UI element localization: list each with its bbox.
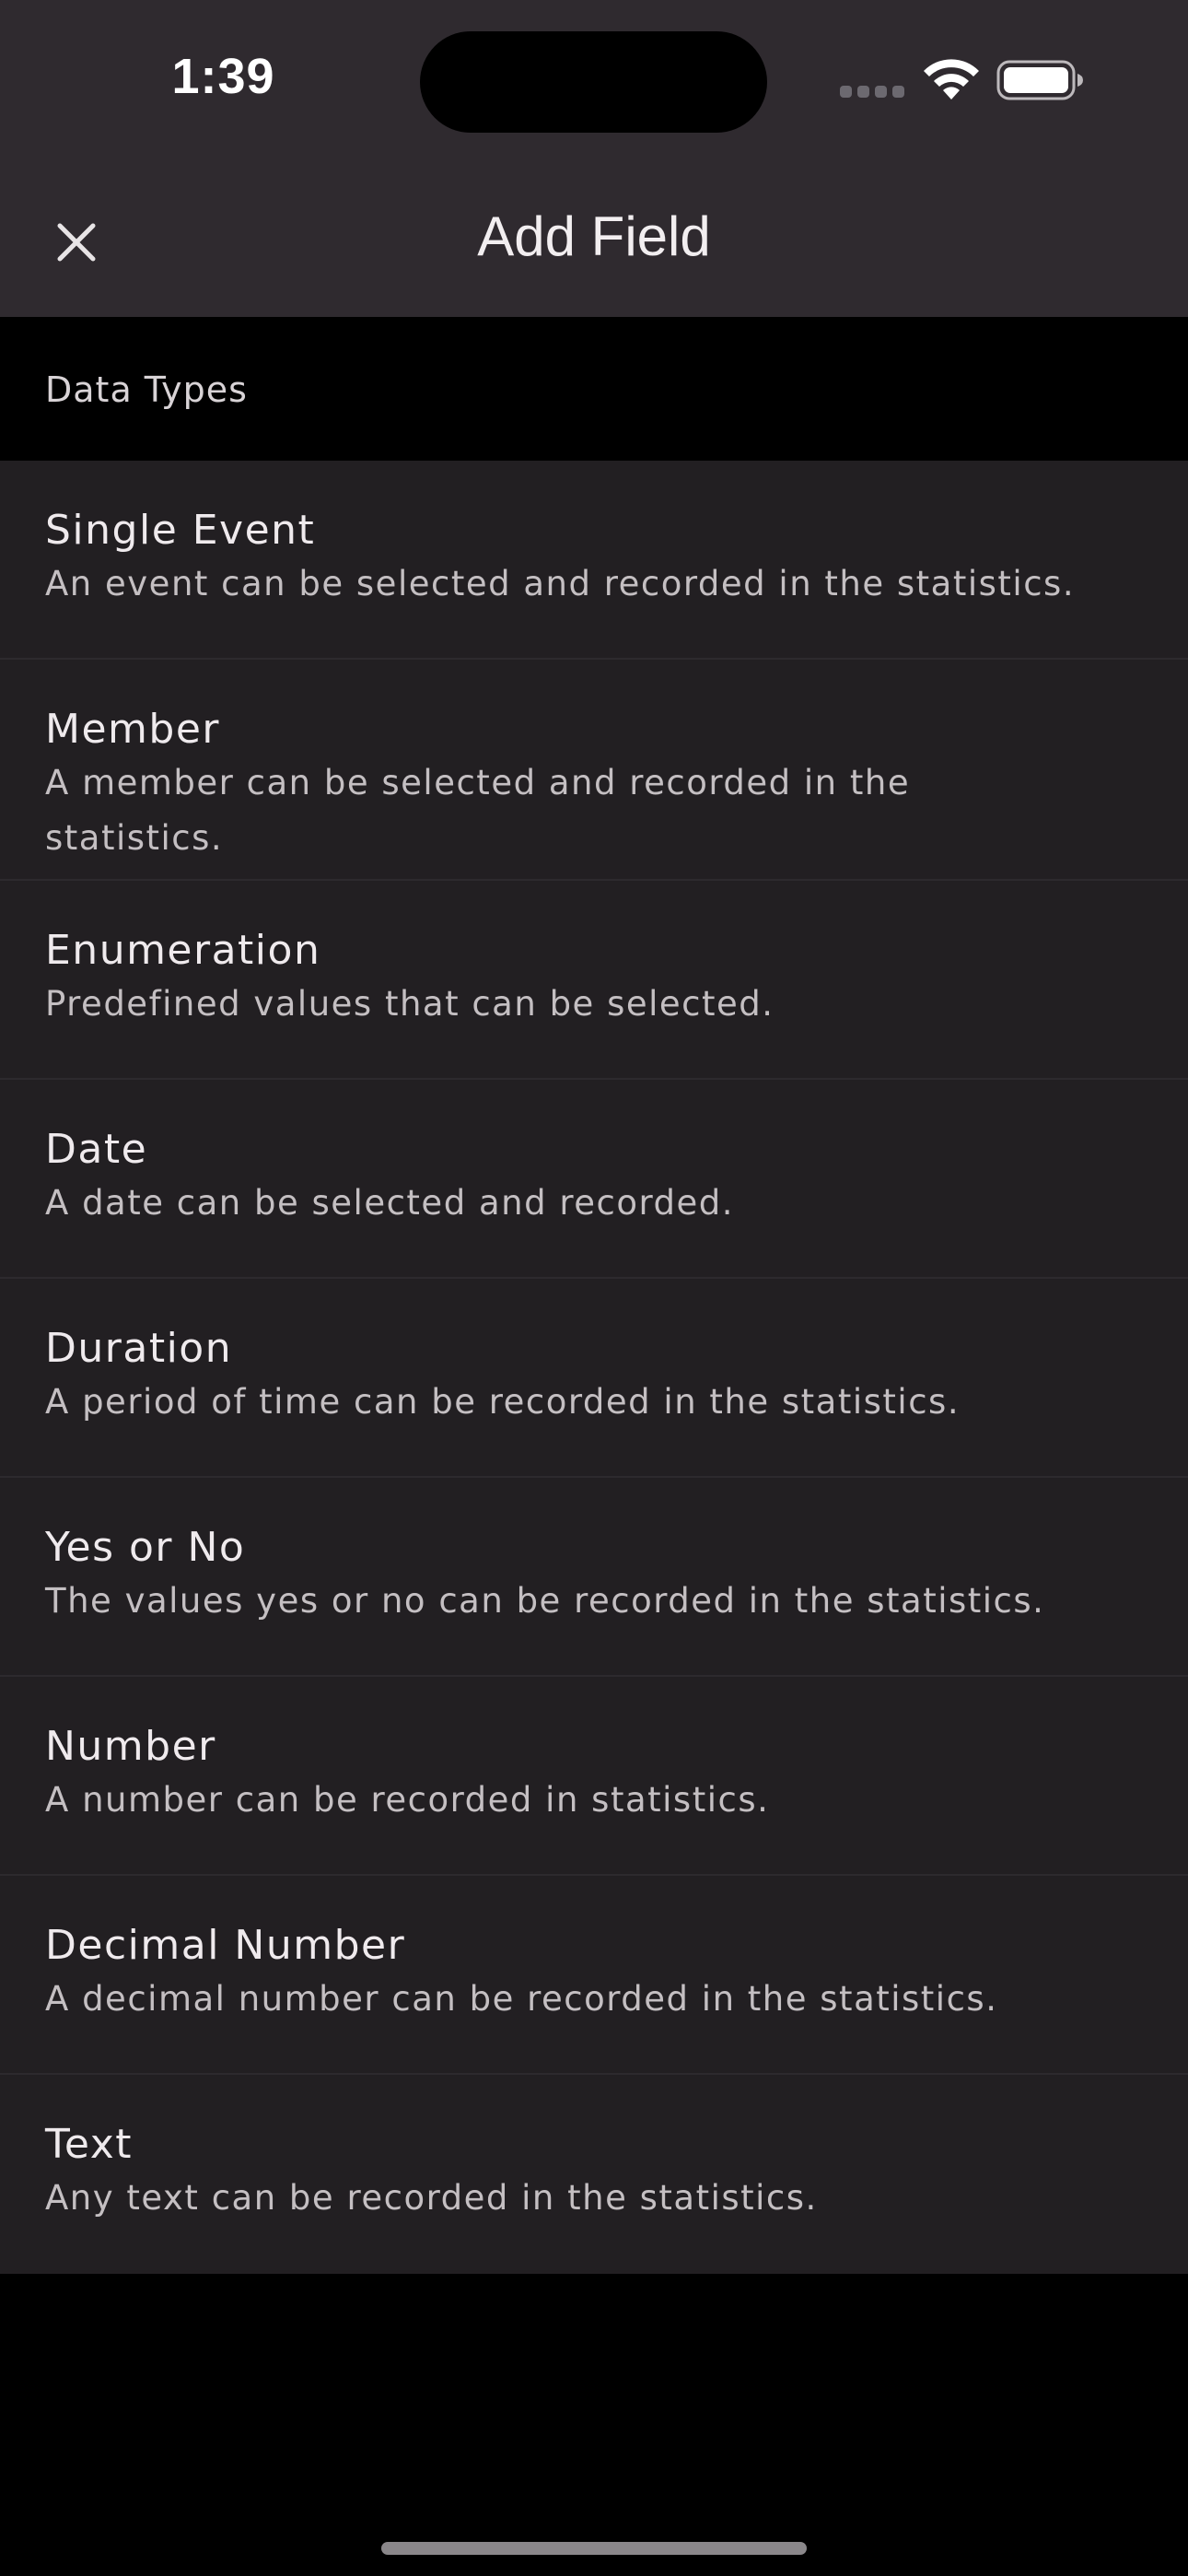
item-title: Enumeration [45, 927, 321, 974]
item-description: The values yes or no can be recorded in … [45, 1581, 1045, 1621]
item-title: Single Event [45, 507, 316, 554]
item-title: Duration [45, 1325, 233, 1372]
dynamic-island [420, 31, 767, 133]
item-title: Number [45, 1723, 216, 1770]
list-item-text[interactable]: Text Any text can be recorded in the sta… [0, 2075, 1188, 2274]
list-item-number[interactable]: Number A number can be recorded in stati… [0, 1677, 1188, 1876]
home-indicator[interactable] [381, 2542, 807, 2555]
data-type-list: Single Event An event can be selected an… [0, 461, 1188, 2274]
item-description: Any text can be recorded in the statisti… [45, 2178, 818, 2218]
item-description: A number can be recorded in statistics. [45, 1780, 770, 1820]
wifi-icon [924, 59, 979, 100]
list-item-yes-or-no[interactable]: Yes or No The values yes or no can be re… [0, 1478, 1188, 1677]
battery-icon [996, 60, 1083, 100]
list-item-duration[interactable]: Duration A period of time can be recorde… [0, 1279, 1188, 1478]
section-header: Data Types [0, 317, 1188, 461]
top-bar: 1:39 Add Field [0, 0, 1188, 317]
item-title: Member [45, 706, 220, 753]
status-time: 1:39 [171, 49, 275, 104]
item-title: Date [45, 1126, 148, 1173]
item-description: A decimal number can be recorded in the … [45, 1979, 998, 2019]
item-description: A date can be selected and recorded. [45, 1183, 735, 1223]
item-title: Text [45, 2121, 133, 2168]
list-item-decimal-number[interactable]: Decimal Number A decimal number can be r… [0, 1876, 1188, 2075]
page-title: Add Field [477, 205, 711, 267]
list-item-enumeration[interactable]: Enumeration Predefined values that can b… [0, 881, 1188, 1080]
list-item-date[interactable]: Date A date can be selected and recorded… [0, 1080, 1188, 1279]
item-title: Decimal Number [45, 1922, 406, 1969]
item-description: Predefined values that can be selected. [45, 984, 775, 1024]
cellular-signal-icon [840, 86, 904, 99]
item-title: Yes or No [45, 1524, 246, 1571]
item-description: A member can be selected and recorded in… [45, 763, 911, 858]
item-description: A period of time can be recorded in the … [45, 1382, 961, 1422]
list-item-member[interactable]: Member A member can be selected and reco… [0, 660, 1188, 881]
item-description: An event can be selected and recorded in… [45, 564, 1076, 603]
list-item-single-event[interactable]: Single Event An event can be selected an… [0, 461, 1188, 660]
section-header-label: Data Types [45, 369, 248, 410]
